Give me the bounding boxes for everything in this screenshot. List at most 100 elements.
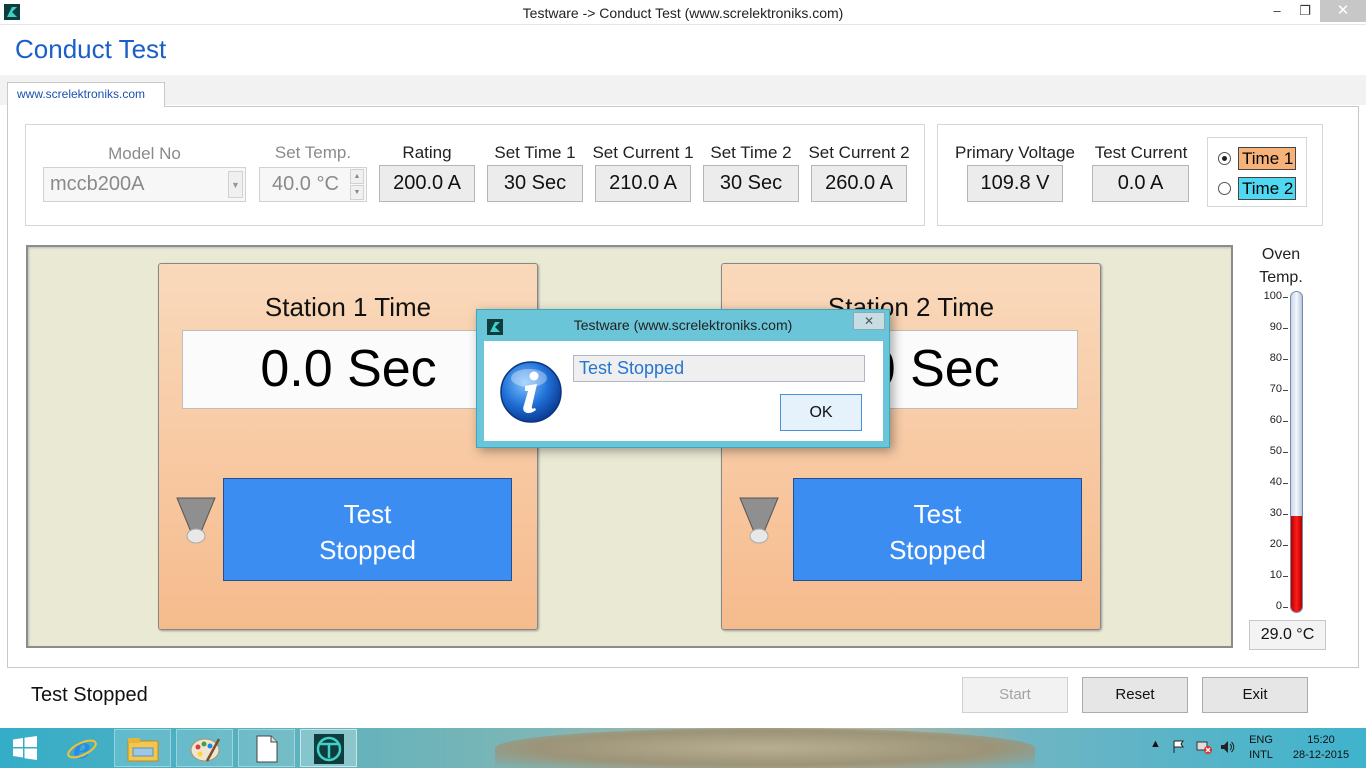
language-top: ENG [1249, 734, 1273, 746]
set-time2-label: Set Time 2 [710, 143, 792, 162]
test-current-value: 0.0 A [1092, 165, 1189, 202]
tab-screlektroniks[interactable]: www.screlektroniks.com [7, 82, 165, 107]
thermometer-tick-mark [1283, 421, 1288, 422]
thermometer-fill [1291, 516, 1302, 612]
internet-explorer-icon: e [67, 733, 97, 763]
paint-palette-icon [190, 738, 221, 762]
oven-temp-reading: 29.0 °C [1249, 620, 1326, 650]
ok-button[interactable]: OK [780, 394, 862, 431]
spin-down-icon[interactable]: ▼ [350, 185, 364, 200]
thermometer-tick-label: 80 [1269, 352, 1282, 364]
rating-label: Rating [402, 143, 452, 162]
set-current1-value: 210.0 A [595, 165, 691, 202]
wallpaper-blob [495, 728, 1035, 768]
dialog-message: Test Stopped [573, 355, 865, 382]
taskbar-explorer[interactable] [114, 729, 171, 767]
set-time1-value: 30 Sec [487, 165, 583, 202]
minimize-button[interactable]: – [1262, 0, 1292, 22]
message-dialog: Testware (www.screlektroniks.com) ✕ Test… [476, 309, 890, 448]
thermometer-tick-mark [1283, 576, 1288, 577]
reset-button[interactable]: Reset [1082, 677, 1188, 713]
status-text: Test Stopped [31, 684, 148, 706]
thermometer-tick-label: 90 [1269, 321, 1282, 333]
time2-label[interactable]: Time 2 [1238, 177, 1296, 200]
set-current1-label: Set Current 1 [592, 143, 694, 162]
primary-voltage-value: 109.8 V [967, 165, 1063, 202]
language-bottom: INTL [1249, 749, 1273, 761]
folder-icon [127, 738, 159, 762]
windows-start-icon[interactable] [12, 736, 38, 760]
test-current-label: Test Current [1094, 143, 1188, 162]
model-no-label: Model No [108, 144, 181, 163]
thermometer-tick-mark [1283, 297, 1288, 298]
set-time1-label: Set Time 1 [494, 143, 576, 162]
set-current2-value: 260.0 A [811, 165, 907, 202]
language-indicator[interactable]: ENG INTL [1242, 733, 1280, 763]
set-temp-stepper[interactable]: 40.0 °C ▲ ▼ [259, 167, 367, 202]
time1-radio[interactable] [1218, 152, 1231, 165]
close-button[interactable]: ✕ [1320, 0, 1366, 22]
time2-radio[interactable] [1218, 182, 1231, 195]
thermometer-tick-mark [1283, 390, 1288, 391]
thermometer-tick-label: 10 [1269, 569, 1282, 581]
set-temp-value: 40.0 °C [272, 173, 339, 195]
document-icon [256, 735, 278, 763]
thermometer-tick-label: 50 [1269, 445, 1282, 457]
station-1-status-button[interactable]: Test Stopped [223, 478, 512, 581]
exit-button[interactable]: Exit [1202, 677, 1308, 713]
chevron-down-icon[interactable]: ▼ [228, 171, 243, 198]
thermometer-tick-mark [1283, 607, 1288, 608]
network-icon[interactable] [1196, 740, 1212, 754]
title-bar: Testware -> Conduct Test (www.screlektro… [0, 0, 1366, 25]
taskbar-paint[interactable] [176, 729, 233, 767]
thermometer-tick-label: 40 [1269, 476, 1282, 488]
set-current2-label: Set Current 2 [808, 143, 910, 162]
thermometer-tick-label: 0 [1275, 600, 1282, 612]
clock-time: 15:20 [1307, 734, 1335, 746]
lamp-icon [739, 497, 779, 544]
start-button[interactable]: Start [962, 677, 1068, 713]
maximize-button[interactable]: ❐ [1290, 0, 1320, 22]
thermometer-tick-mark [1283, 359, 1288, 360]
clock[interactable]: 15:20 28-12-2015 [1286, 733, 1356, 763]
oven-temp-label: Oven Temp. [1259, 246, 1303, 286]
station-2-status-button[interactable]: Test Stopped [793, 478, 1082, 581]
thermometer-tick-label: 70 [1269, 383, 1282, 395]
testware-app-icon [314, 734, 344, 764]
flag-icon[interactable] [1172, 740, 1186, 754]
page-title: Conduct Test [15, 34, 167, 64]
primary-voltage-label: Primary Voltage [955, 143, 1075, 162]
thermometer-tick-mark [1283, 452, 1288, 453]
thermometer-tick-label: 20 [1269, 538, 1282, 550]
dialog-body: Test Stopped OK [484, 341, 883, 441]
dialog-close-button[interactable]: ✕ [853, 312, 885, 330]
model-no-select[interactable]: mccb200A ▼ [43, 167, 246, 202]
tab-strip [0, 75, 1366, 105]
spin-up-icon[interactable]: ▲ [350, 169, 364, 184]
thermometer-tick-mark [1283, 514, 1288, 515]
thermometer-tick-mark [1283, 328, 1288, 329]
taskbar-testware[interactable] [300, 729, 357, 767]
model-no-value: mccb200A [50, 173, 145, 195]
rating-value: 200.0 A [379, 165, 475, 202]
dialog-title: Testware (www.screlektroniks.com) [573, 317, 793, 333]
thermometer-tick-label: 60 [1269, 414, 1282, 426]
station-1-time: 0.0 Sec [182, 330, 515, 409]
taskbar-ie[interactable]: e [54, 729, 111, 767]
thermometer-tick-mark [1283, 545, 1288, 546]
set-temp-label: Set Temp. [274, 143, 352, 162]
time1-label[interactable]: Time 1 [1238, 147, 1296, 170]
thermometer-tick-label: 100 [1263, 290, 1282, 302]
info-icon [500, 361, 562, 423]
svg-text:e: e [73, 733, 91, 763]
speaker-icon[interactable] [1220, 740, 1236, 754]
lamp-icon [176, 497, 216, 544]
tray-chevron-up-icon[interactable]: ▲ [1150, 738, 1161, 750]
window-title: Testware -> Conduct Test (www.screlektro… [522, 5, 844, 21]
thermometer-tick-mark [1283, 483, 1288, 484]
taskbar-notepad[interactable] [238, 729, 295, 767]
thermometer-tick-label: 30 [1269, 507, 1282, 519]
thermometer [1290, 291, 1303, 613]
clock-date: 28-12-2015 [1292, 749, 1350, 761]
set-time2-value: 30 Sec [703, 165, 799, 202]
